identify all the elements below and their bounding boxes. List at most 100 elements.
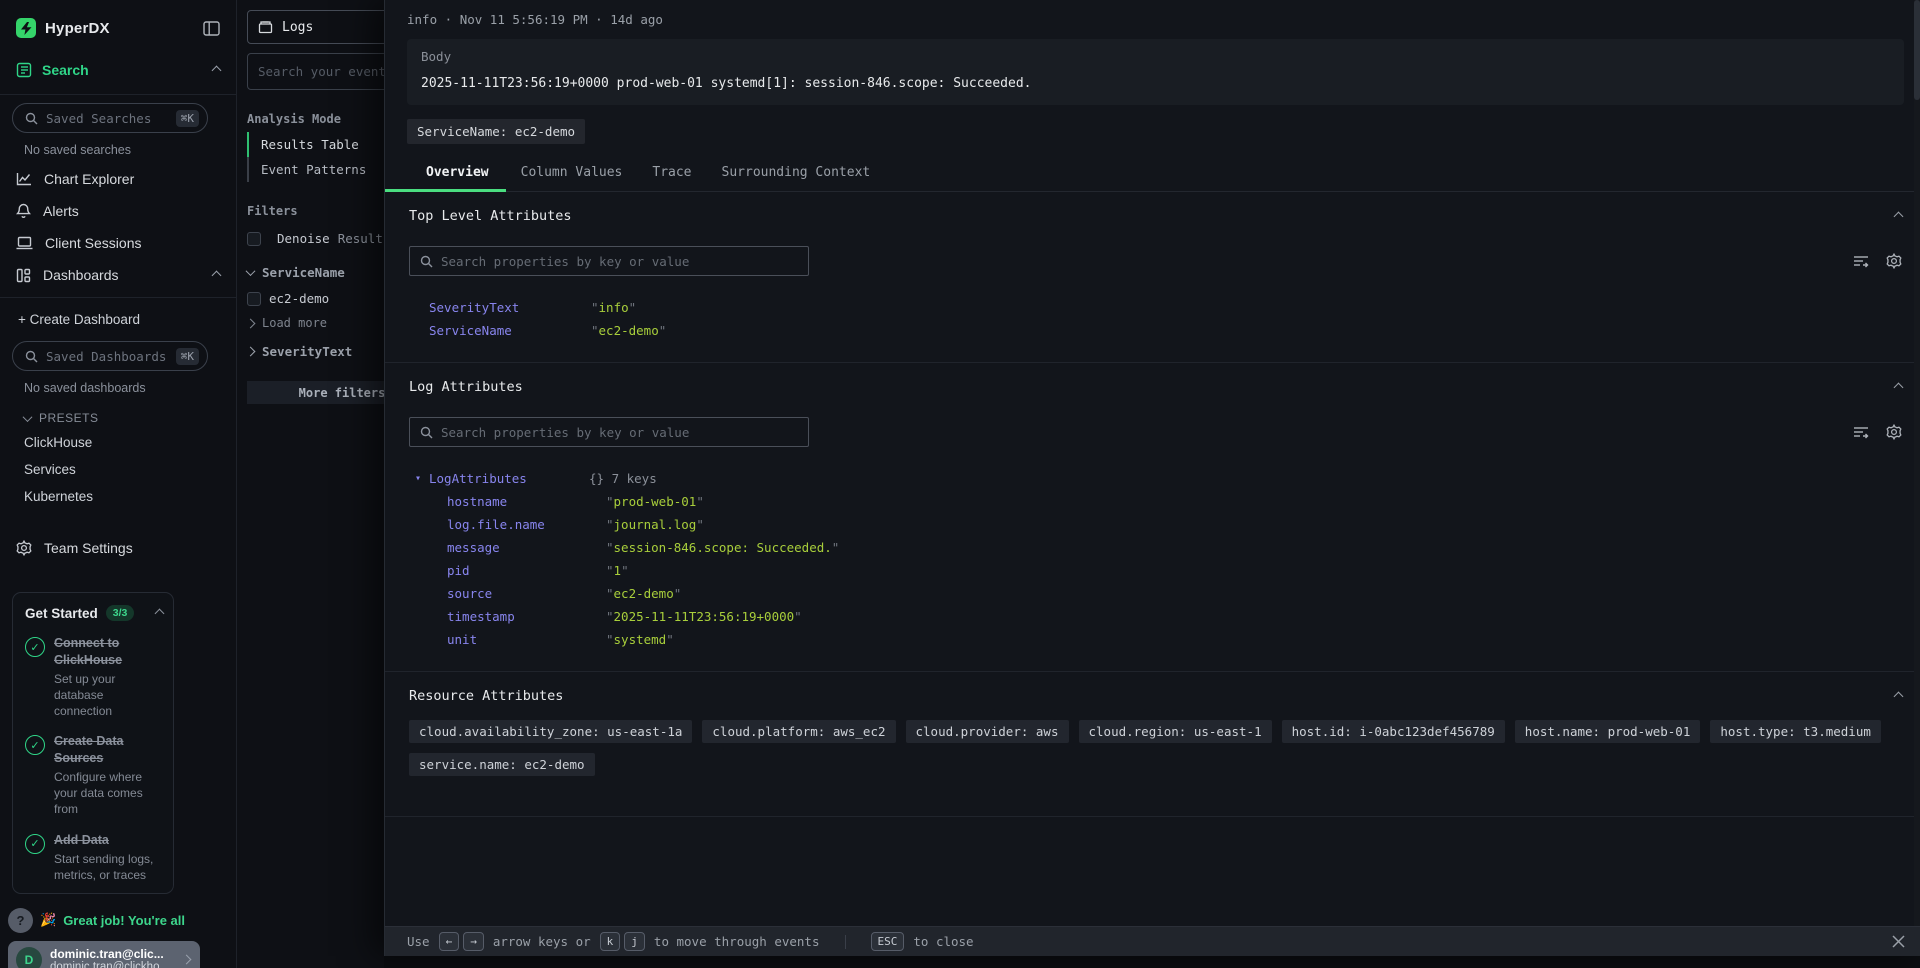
help-button[interactable]: ? (8, 908, 33, 933)
filter-group-severitytext[interactable]: SeverityText (237, 330, 384, 363)
chevron-up-icon[interactable] (212, 65, 222, 75)
log-attributes-root-row[interactable]: ▾ LogAttributes {} 7 keys (409, 467, 1902, 490)
attr-value: ec2-demo (599, 323, 659, 338)
chevron-down-icon (246, 266, 256, 276)
user-card[interactable]: D dominic.tran@clic... dominic.tran@clic… (8, 941, 200, 968)
line-wrap-icon[interactable] (1853, 254, 1870, 268)
sidebar-item-dashboards[interactable]: Dashboards (0, 259, 236, 291)
attribute-row[interactable]: ServiceName"ec2-demo" (409, 319, 1902, 342)
sidebar-item-team-settings[interactable]: Team Settings (0, 532, 236, 564)
preset-clickhouse[interactable]: ClickHouse (0, 429, 236, 456)
gear-icon[interactable] (1886, 424, 1902, 440)
gear-icon[interactable] (1886, 253, 1902, 269)
resource-chip[interactable]: service.name: ec2-demo (409, 753, 595, 776)
get-started-item[interactable]: ✓Create Data SourcesConfigure where your… (25, 733, 163, 817)
chevron-up-icon[interactable] (212, 270, 222, 280)
resource-chip[interactable]: host.type: t3.medium (1710, 720, 1881, 743)
more-filters-button[interactable]: More filters (247, 381, 384, 404)
log-attributes-search-input[interactable]: Search properties by key or value (409, 417, 809, 447)
attr-key[interactable]: LogAttributes (429, 471, 589, 486)
event-footer: Use ←→ arrow keys or kj to move through … (385, 926, 1920, 956)
mode-event-patterns[interactable]: Event Patterns (247, 157, 384, 182)
filter-group-servicename[interactable]: ServiceName (237, 251, 384, 284)
divider (0, 94, 236, 95)
attribute-row[interactable]: SeverityText"info" (409, 296, 1902, 319)
resource-chip[interactable]: cloud.region: us-east-1 (1079, 720, 1272, 743)
attribute-row[interactable]: source"ec2-demo" (409, 582, 1902, 605)
sidebar-item-search[interactable]: Search (0, 52, 236, 88)
denoise-label-2: Results (338, 231, 384, 246)
attr-key[interactable]: pid (447, 563, 606, 578)
sidebar-item-client-sessions[interactable]: Client Sessions (0, 227, 236, 259)
create-dashboard-button[interactable]: + Create Dashboard (0, 304, 236, 333)
source-select-button[interactable]: Logs (247, 10, 384, 44)
load-more-link[interactable]: Load more (237, 311, 384, 330)
brand[interactable]: HyperDX (16, 18, 110, 38)
resource-chip[interactable]: cloud.platform: aws_ec2 (702, 720, 895, 743)
attribute-row[interactable]: timestamp"2025-11-11T23:56:19+0000" (409, 605, 1902, 628)
logs-source-icon (258, 20, 273, 34)
collapse-chevron-icon[interactable] (1894, 211, 1904, 221)
collapse-chevron-icon[interactable] (1894, 691, 1904, 701)
laptop-icon (16, 236, 33, 250)
attribute-row[interactable]: message"session-846.scope: Succeeded." (409, 536, 1902, 559)
quote-mark: " (591, 300, 599, 315)
search-placeholder: Search properties by key or value (441, 254, 689, 269)
scrollbar-track[interactable] (1914, 0, 1920, 956)
attribute-row[interactable]: pid"1" (409, 559, 1902, 582)
line-wrap-icon[interactable] (1853, 425, 1870, 439)
section-top-level-attributes: Top Level Attributes Search properties b… (385, 192, 1920, 363)
tab-trace[interactable]: Trace (637, 156, 706, 191)
attr-key[interactable]: source (447, 586, 606, 601)
value-checkbox[interactable] (247, 292, 261, 306)
attr-key[interactable]: log.file.name (447, 517, 606, 532)
top-level-search-input[interactable]: Search properties by key or value (409, 246, 809, 276)
gear-icon (16, 540, 32, 556)
resource-chip[interactable]: host.name: prod-web-01 (1515, 720, 1701, 743)
get-started-item[interactable]: ✓Connect to ClickHouseSet up your databa… (25, 635, 163, 719)
event-search-input[interactable]: Search your events (247, 53, 384, 90)
denoise-toggle[interactable]: Denoise Results (237, 224, 384, 251)
attr-key[interactable]: SeverityText (429, 300, 591, 315)
attr-key[interactable]: unit (447, 632, 606, 647)
search-placeholder: Search properties by key or value (441, 425, 689, 440)
resource-chip[interactable]: host.id: i-0abc123def456789 (1282, 720, 1505, 743)
service-name-tag[interactable]: ServiceName: ec2-demo (407, 119, 585, 144)
bell-icon (16, 203, 31, 219)
get-started-items: ✓Connect to ClickHouseSet up your databa… (25, 635, 163, 883)
attr-key[interactable]: message (447, 540, 606, 555)
sidebar-item-chart-explorer[interactable]: Chart Explorer (0, 163, 236, 195)
tab-overview[interactable]: Overview (385, 156, 506, 191)
close-icon[interactable] (1891, 934, 1906, 949)
preset-services[interactable]: Services (0, 456, 236, 483)
chevron-up-icon[interactable] (155, 608, 165, 618)
attribute-row[interactable]: log.file.name"journal.log" (409, 513, 1902, 536)
resource-chip[interactable]: cloud.availability_zone: us-east-1a (409, 720, 692, 743)
denoise-checkbox[interactable] (247, 232, 261, 246)
presets-header[interactable]: PRESETS (0, 401, 236, 429)
get-started-item-desc: Set up your database connection (54, 671, 163, 720)
collapse-chevron-icon[interactable] (1894, 382, 1904, 392)
attribute-row[interactable]: hostname"prod-web-01" (409, 490, 1902, 513)
saved-dashboards-input[interactable]: Saved Dashboards ⌘K (12, 341, 208, 371)
sidebar-toggle-icon[interactable] (203, 21, 220, 36)
tab-column-values[interactable]: Column Values (506, 156, 638, 191)
mode-results-table[interactable]: Results Table (247, 132, 384, 157)
sidebar-search-label: Search (42, 62, 89, 78)
sidebar-item-alerts[interactable]: Alerts (0, 195, 236, 227)
caret-down-icon[interactable]: ▾ (415, 473, 429, 484)
attr-key[interactable]: hostname (447, 494, 606, 509)
filter-value-ec2-demo[interactable]: ec2-demo (237, 284, 384, 311)
quote-mark: " (606, 632, 614, 647)
quote-mark: " (606, 540, 614, 555)
attr-key[interactable]: ServiceName (429, 323, 591, 338)
attr-key[interactable]: timestamp (447, 609, 606, 624)
get-started-item[interactable]: ✓Add DataStart sending logs, metrics, or… (25, 832, 163, 883)
saved-searches-input[interactable]: Saved Searches ⌘K (12, 103, 208, 133)
divider (0, 297, 236, 298)
resource-chip[interactable]: cloud.provider: aws (906, 720, 1069, 743)
preset-kubernetes[interactable]: Kubernetes (0, 483, 236, 510)
scrollbar-thumb[interactable] (1914, 0, 1920, 100)
attribute-row[interactable]: unit"systemd" (409, 628, 1902, 651)
tab-surrounding-context[interactable]: Surrounding Context (707, 156, 886, 191)
